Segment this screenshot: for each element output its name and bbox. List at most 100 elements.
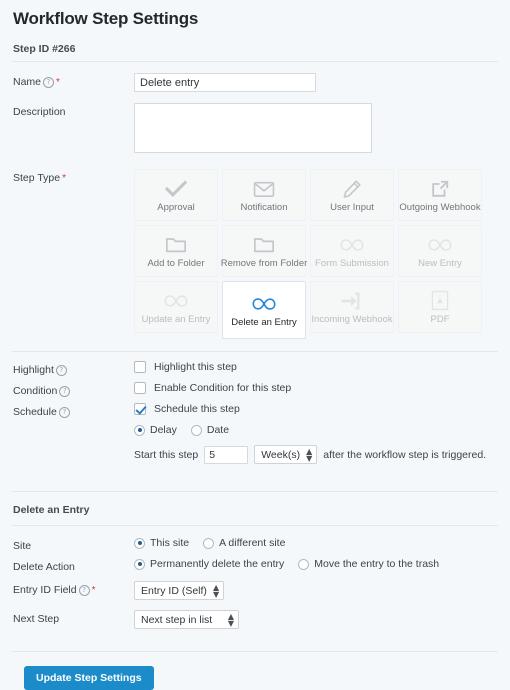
step-type-tile-user-input[interactable]: User Input	[310, 169, 394, 221]
schedule-checkbox-label: Schedule this step	[154, 403, 240, 415]
step-type-tile-label: Add to Folder	[147, 257, 205, 269]
required-marker: *	[56, 77, 60, 88]
schedule-mode-delay-label: Delay	[150, 424, 177, 436]
step-type-label: Step Type *	[10, 169, 134, 185]
delete-action-trash-label: Move the entry to the trash	[314, 558, 440, 570]
row-step-type: Step Type * Approval Notification User Inpu…	[10, 169, 500, 339]
schedule-mode-date-radio[interactable]	[190, 424, 202, 436]
schedule-checkbox[interactable]	[134, 403, 146, 415]
condition-checkbox-label: Enable Condition for this step	[154, 382, 292, 394]
page-title: Workflow Step Settings	[13, 9, 199, 28]
step-type-tile-remove-from-folder[interactable]: Remove from Folder	[221, 225, 307, 277]
delay-value-input[interactable]	[204, 445, 249, 464]
next-step-select[interactable]: Next step in list ▲ ▼	[134, 610, 239, 629]
step-type-label-text: Step Type	[13, 172, 61, 184]
delay-unit-select[interactable]: Week(s) ▲ ▼	[254, 445, 318, 464]
envelope-icon	[253, 178, 275, 200]
description-textarea[interactable]	[134, 103, 372, 153]
step-type-tile-label: Approval	[157, 201, 195, 213]
row-highlight: Highlight? Highlight this step	[10, 361, 500, 377]
highlight-label: Highlight?	[10, 361, 134, 377]
step-type-tile-label: Incoming Webhook	[311, 313, 393, 325]
site-radio-row: This site A different site	[134, 537, 500, 549]
site-different-site-radio[interactable]	[203, 537, 215, 549]
site-different-site-label: A different site	[219, 537, 286, 549]
help-icon[interactable]: ?	[58, 407, 70, 418]
step-type-tile-label: Form Submission	[315, 257, 389, 269]
external-link-icon	[430, 178, 450, 200]
step-type-tile-delete-an-entry[interactable]: Delete an Entry	[222, 281, 306, 339]
next-step-value: Next step in list	[141, 613, 213, 626]
step-type-tile-label: Delete an Entry	[231, 316, 297, 328]
row-next-step: Next Step Next step in list ▲ ▼	[10, 610, 500, 629]
step-type-tile-pdf[interactable]: PDF	[398, 281, 482, 333]
delay-unit-value: Week(s)	[261, 448, 301, 461]
condition-checkbox-row[interactable]: Enable Condition for this step	[134, 382, 500, 394]
row-site: Site This site A different site	[10, 537, 500, 553]
delete-action-radio-row: Permanently delete the entry Move the en…	[134, 558, 500, 570]
row-description: Description	[10, 103, 500, 156]
row-name: Name? *	[10, 73, 500, 92]
step-type-tile-label: Update an Entry	[141, 313, 211, 325]
pdf-icon	[431, 290, 449, 312]
required-marker: *	[62, 173, 66, 184]
name-label-text: Name	[13, 76, 42, 88]
delay-suffix-text: after the workflow step is triggered.	[323, 448, 487, 461]
site-this-site-label: This site	[150, 537, 190, 549]
step-type-tile-label: Notification	[240, 201, 288, 213]
step-type-tile-add-to-folder[interactable]: Add to Folder	[134, 225, 218, 277]
step-type-tile-label: Outgoing Webhook	[399, 201, 481, 213]
entry-id-field-value: Entry ID (Self)	[141, 584, 207, 597]
step-type-tile-incoming-webhook[interactable]: Incoming Webhook	[310, 281, 394, 333]
help-icon[interactable]: ?	[59, 386, 71, 397]
description-label: Description	[13, 106, 66, 118]
workflow-step-settings-page: Workflow Step Settings Step ID #266 Name…	[0, 9, 510, 690]
site-this-site-radio[interactable]	[134, 537, 145, 549]
link-icon	[428, 234, 452, 256]
divider-footer	[12, 651, 498, 652]
delete-section-title: Delete an Entry	[13, 504, 90, 516]
step-type-tile-update-an-entry[interactable]: Update an Entry	[134, 281, 218, 333]
row-condition: Condition? Enable Condition for this ste…	[10, 382, 500, 398]
step-type-tile-approval[interactable]: Approval	[134, 169, 218, 221]
schedule-mode-date-label: Date	[206, 424, 230, 436]
step-type-tile-form-submission[interactable]: Form Submission	[310, 225, 394, 277]
folder-icon	[253, 234, 275, 256]
schedule-label-text: Schedule	[13, 406, 57, 418]
step-id-label: Step ID #266	[13, 43, 76, 55]
entry-id-field-label: Entry ID Field? *	[10, 581, 134, 597]
schedule-mode-delay-radio[interactable]	[134, 424, 145, 436]
highlight-checkbox[interactable]	[134, 361, 146, 373]
chevron-updown-icon: ▲ ▼	[306, 446, 313, 463]
next-step-label: Next Step	[13, 613, 60, 625]
delete-action-permanent-label: Permanently delete the entry	[150, 558, 285, 570]
pencil-icon	[342, 178, 362, 200]
delete-action-label: Delete Action	[13, 561, 75, 573]
name-input[interactable]	[134, 73, 316, 92]
step-type-tile-notification[interactable]: Notification	[222, 169, 306, 221]
entry-id-field-select[interactable]: Entry ID (Self) ▲ ▼	[134, 581, 225, 600]
step-type-tile-new-entry[interactable]: New Entry	[398, 225, 482, 277]
row-entry-id-field: Entry ID Field? * Entry ID (Self) ▲ ▼	[10, 581, 500, 600]
highlight-checkbox-row[interactable]: Highlight this step	[134, 361, 500, 373]
step-type-tile-label: User Input	[330, 201, 374, 213]
step-type-tile-outgoing-webhook[interactable]: Outgoing Webhook	[398, 169, 482, 221]
help-icon[interactable]: ?	[55, 365, 67, 376]
delete-action-permanent-radio[interactable]	[134, 558, 145, 570]
divider-delete-section	[12, 525, 498, 526]
condition-checkbox[interactable]	[134, 382, 146, 394]
delete-action-trash-radio[interactable]	[298, 558, 310, 570]
folder-icon	[165, 234, 187, 256]
link-icon	[164, 290, 188, 312]
help-icon[interactable]: ?	[43, 77, 55, 88]
condition-label-text: Condition	[13, 385, 58, 397]
divider-step-type	[12, 351, 498, 352]
row-schedule: Schedule? Schedule this step Delay Date …	[10, 403, 500, 464]
arrow-into-box-icon	[341, 290, 363, 312]
help-icon[interactable]: ?	[78, 585, 90, 596]
highlight-checkbox-label: Highlight this step	[154, 361, 237, 373]
delay-prefix-text: Start this step	[134, 448, 199, 461]
schedule-delay-row: Start this step Week(s) ▲▼ after the wor…	[134, 445, 500, 464]
entry-id-field-label-text: Entry ID Field	[13, 584, 77, 596]
schedule-checkbox-row[interactable]: Schedule this step	[134, 403, 500, 415]
